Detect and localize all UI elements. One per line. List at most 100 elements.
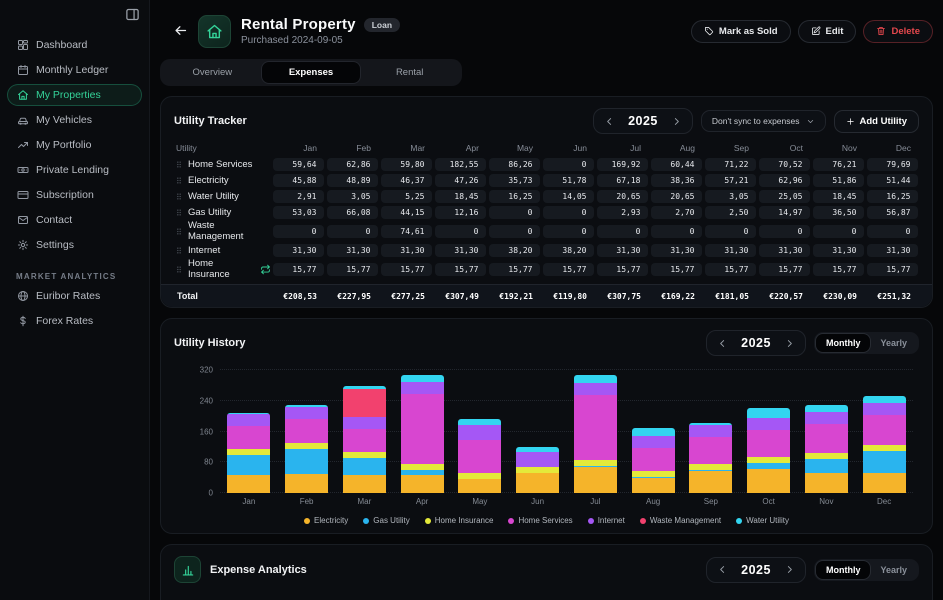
utility-cell[interactable]: 31,30 xyxy=(758,243,810,257)
utility-cell[interactable]: 0 xyxy=(866,224,918,238)
drag-handle-icon[interactable] xyxy=(175,175,183,186)
utility-cell[interactable]: 15,77 xyxy=(380,262,432,276)
utility-cell[interactable]: 53,03 xyxy=(272,205,324,219)
yearly-toggle[interactable]: Yearly xyxy=(870,334,917,352)
utility-cell[interactable]: 31,30 xyxy=(812,243,864,257)
utility-cell[interactable]: 66,08 xyxy=(326,205,378,219)
drag-handle-icon[interactable] xyxy=(175,207,183,218)
add-utility-button[interactable]: Add Utility xyxy=(833,109,919,133)
drag-handle-icon[interactable] xyxy=(175,159,183,170)
utility-cell[interactable]: 45,88 xyxy=(272,173,324,187)
monthly-toggle[interactable]: Monthly xyxy=(815,334,871,352)
sync-to-expenses-dropdown[interactable]: Don't sync to expenses xyxy=(700,110,826,132)
utility-cell[interactable]: 0 xyxy=(434,224,486,238)
delete-button[interactable]: Delete xyxy=(863,19,933,43)
utility-cell[interactable]: 15,77 xyxy=(866,262,918,276)
utility-cell[interactable]: 15,77 xyxy=(812,262,864,276)
sidebar-collapse-icon[interactable] xyxy=(125,7,140,22)
utility-cell[interactable]: 12,16 xyxy=(434,205,486,219)
utility-cell[interactable]: 16,25 xyxy=(866,189,918,203)
utility-cell[interactable]: 20,65 xyxy=(596,189,648,203)
utility-cell[interactable]: 31,30 xyxy=(866,243,918,257)
utility-cell[interactable]: 25,05 xyxy=(758,189,810,203)
utility-cell[interactable]: 15,77 xyxy=(758,262,810,276)
utility-cell[interactable]: 56,87 xyxy=(866,205,918,219)
utility-cell[interactable]: 74,61 xyxy=(380,224,432,238)
back-button[interactable] xyxy=(172,23,188,39)
utility-cell[interactable]: 67,18 xyxy=(596,173,648,187)
utility-cell[interactable]: 31,30 xyxy=(650,243,702,257)
utility-cell[interactable]: 31,30 xyxy=(704,243,756,257)
utility-cell[interactable]: 15,77 xyxy=(596,262,648,276)
utility-cell[interactable]: 47,26 xyxy=(434,173,486,187)
utility-cell[interactable]: 2,91 xyxy=(272,189,324,203)
utility-cell[interactable]: 51,44 xyxy=(866,173,918,187)
utility-cell[interactable]: 70,52 xyxy=(758,157,810,171)
chevron-left-icon[interactable] xyxy=(717,564,728,575)
utility-cell[interactable]: 57,21 xyxy=(704,173,756,187)
utility-cell[interactable]: 169,92 xyxy=(596,157,648,171)
tab-rental[interactable]: Rental xyxy=(360,62,459,83)
sidebar-item-euribor-rates[interactable]: Euribor Rates xyxy=(7,285,142,307)
utility-cell[interactable]: 182,55 xyxy=(434,157,486,171)
chevron-right-icon[interactable] xyxy=(784,338,795,349)
utility-cell[interactable]: 38,20 xyxy=(488,243,540,257)
utility-cell[interactable]: 31,30 xyxy=(380,243,432,257)
utility-cell[interactable]: 0 xyxy=(488,205,540,219)
utility-cell[interactable]: 0 xyxy=(704,224,756,238)
utility-cell[interactable]: 15,77 xyxy=(704,262,756,276)
utility-cell[interactable]: 3,05 xyxy=(704,189,756,203)
utility-cell[interactable]: 0 xyxy=(488,224,540,238)
utility-cell[interactable]: 76,21 xyxy=(812,157,864,171)
utility-cell[interactable]: 0 xyxy=(596,224,648,238)
utility-cell[interactable]: 59,64 xyxy=(272,157,324,171)
utility-cell[interactable]: 15,77 xyxy=(272,262,324,276)
sidebar-item-subscription[interactable]: Subscription xyxy=(7,184,142,206)
utility-cell[interactable]: 2,50 xyxy=(704,205,756,219)
utility-cell[interactable]: 0 xyxy=(542,157,594,171)
utility-cell[interactable]: 35,73 xyxy=(488,173,540,187)
utility-cell[interactable]: 36,50 xyxy=(812,205,864,219)
monthly-toggle[interactable]: Monthly xyxy=(815,560,871,579)
sidebar-item-dashboard[interactable]: Dashboard xyxy=(7,34,142,56)
sidebar-item-contact[interactable]: Contact xyxy=(7,209,142,231)
sidebar-item-private-lending[interactable]: Private Lending xyxy=(7,159,142,181)
sidebar-item-monthly-ledger[interactable]: Monthly Ledger xyxy=(7,59,142,81)
yearly-toggle[interactable]: Yearly xyxy=(870,561,917,579)
utility-cell[interactable]: 79,69 xyxy=(866,157,918,171)
utility-cell[interactable]: 71,22 xyxy=(704,157,756,171)
utility-cell[interactable]: 18,45 xyxy=(812,189,864,203)
utility-cell[interactable]: 2,93 xyxy=(596,205,648,219)
utility-cell[interactable]: 15,77 xyxy=(326,262,378,276)
utility-cell[interactable]: 14,97 xyxy=(758,205,810,219)
utility-cell[interactable]: 46,37 xyxy=(380,173,432,187)
utility-cell[interactable]: 0 xyxy=(758,224,810,238)
edit-button[interactable]: Edit xyxy=(797,19,857,43)
utility-cell[interactable]: 15,77 xyxy=(434,262,486,276)
utility-cell[interactable]: 15,77 xyxy=(650,262,702,276)
utility-cell[interactable]: 5,25 xyxy=(380,189,432,203)
utility-cell[interactable]: 31,30 xyxy=(434,243,486,257)
drag-handle-icon[interactable] xyxy=(175,264,183,275)
chevron-left-icon[interactable] xyxy=(604,116,615,127)
utility-cell[interactable]: 0 xyxy=(650,224,702,238)
utility-cell[interactable]: 60,44 xyxy=(650,157,702,171)
chevron-right-icon[interactable] xyxy=(671,116,682,127)
sidebar-item-forex-rates[interactable]: Forex Rates xyxy=(7,310,142,332)
sidebar-item-my-properties[interactable]: My Properties xyxy=(7,84,142,106)
utility-cell[interactable]: 31,30 xyxy=(596,243,648,257)
tab-expenses[interactable]: Expenses xyxy=(261,62,361,83)
utility-cell[interactable]: 48,89 xyxy=(326,173,378,187)
utility-cell[interactable]: 0 xyxy=(326,224,378,238)
drag-handle-icon[interactable] xyxy=(175,226,183,237)
utility-cell[interactable]: 31,30 xyxy=(272,243,324,257)
utility-cell[interactable]: 38,20 xyxy=(542,243,594,257)
utility-cell[interactable]: 2,70 xyxy=(650,205,702,219)
mark-as-sold-button[interactable]: Mark as Sold xyxy=(690,19,791,43)
utility-cell[interactable]: 18,45 xyxy=(434,189,486,203)
utility-cell[interactable]: 59,80 xyxy=(380,157,432,171)
utility-cell[interactable]: 15,77 xyxy=(542,262,594,276)
sidebar-item-my-vehicles[interactable]: My Vehicles xyxy=(7,109,142,131)
utility-cell[interactable]: 31,30 xyxy=(326,243,378,257)
utility-cell[interactable]: 86,26 xyxy=(488,157,540,171)
